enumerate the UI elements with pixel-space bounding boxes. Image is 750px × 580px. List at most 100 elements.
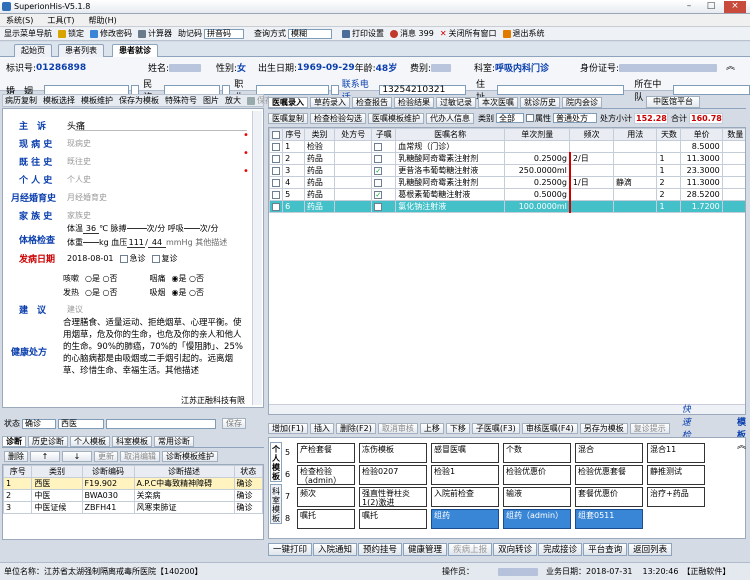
template-item[interactable]: 入院前检查 bbox=[431, 487, 499, 507]
fever-yes-radio[interactable]: ○ bbox=[85, 288, 92, 297]
bp-systolic-field[interactable]: 111 bbox=[127, 238, 146, 248]
sub-order-checkbox[interactable] bbox=[374, 190, 383, 199]
sore-throat-yes-radio[interactable]: ◉ bbox=[172, 274, 179, 283]
template-item[interactable]: 检验优惠价 bbox=[503, 465, 571, 485]
review-order-button[interactable]: 审核医嘱(F4) bbox=[521, 422, 578, 434]
exit-system-button[interactable]: 退出系统 bbox=[502, 28, 545, 39]
tab-diagnosis[interactable]: 诊断 bbox=[2, 436, 26, 447]
table-row[interactable]: 1 西医 F19.902 A.P.C中毒致精神障碍 确诊 bbox=[3, 477, 263, 490]
order-row-checkbox[interactable] bbox=[272, 202, 280, 211]
tab-lab-results[interactable]: 检验结果 bbox=[394, 96, 434, 108]
past-history-field[interactable]: 既往史 bbox=[67, 156, 91, 167]
temp-field[interactable]: 36 bbox=[83, 224, 99, 234]
menu-system[interactable]: 系统(S) bbox=[6, 15, 33, 26]
order-row-checkbox-cell[interactable] bbox=[269, 152, 284, 165]
sub-order-checkbox[interactable] bbox=[374, 154, 383, 163]
tab-allergy-record[interactable]: 过敏记录 bbox=[436, 96, 476, 108]
tab-consultation[interactable]: 院内会诊 bbox=[562, 96, 602, 108]
tab-history-diagnosis[interactable]: 历史诊断 bbox=[28, 436, 68, 447]
tab-current-orders[interactable]: 本次医嘱 bbox=[478, 96, 518, 108]
sub-order-checkbox[interactable] bbox=[374, 142, 383, 151]
menu-help[interactable]: 帮助(H) bbox=[88, 15, 116, 26]
tab-visit-history[interactable]: 就诊历史 bbox=[520, 96, 560, 108]
template-item[interactable]: 套餐优惠价 bbox=[575, 487, 643, 507]
menstrual-history-field[interactable]: 月经婚育史 bbox=[67, 192, 107, 203]
template-item[interactable]: 感冒医嘱 bbox=[431, 443, 499, 463]
template-item[interactable]: 检验1 bbox=[431, 465, 499, 485]
message-button[interactable]: 消息 399 bbox=[390, 28, 434, 39]
input-method-select[interactable]: 拼音码 bbox=[204, 28, 244, 39]
query-mode-select[interactable]: 模糊 bbox=[288, 28, 332, 39]
order-hscrollbar[interactable] bbox=[269, 404, 745, 414]
order-row-checkbox[interactable] bbox=[272, 166, 280, 175]
finish-visit-button[interactable]: 完成接诊 bbox=[538, 542, 583, 556]
save-as-order-template-button[interactable]: 另存为模板 bbox=[579, 422, 628, 434]
phone-field[interactable]: 13254210321 bbox=[379, 85, 467, 95]
present-illness-field[interactable]: 现病史 bbox=[67, 138, 91, 149]
type-filter-select[interactable]: 全部 bbox=[496, 113, 524, 123]
back-to-list-button[interactable]: 返回列表 bbox=[628, 542, 673, 556]
cancel-review-button[interactable]: 取消审核 bbox=[377, 422, 418, 434]
move-up-button[interactable]: 上移 bbox=[419, 422, 444, 434]
template-item[interactable]: 个数 bbox=[503, 443, 571, 463]
template-item[interactable]: 嘱托 bbox=[297, 509, 355, 529]
order-row-checkbox-cell[interactable] bbox=[269, 200, 284, 213]
platform-query-button[interactable]: 平台查询 bbox=[583, 542, 628, 556]
order-row[interactable]: 2 药品 乳糖酸阿奇霉素注射剂 0.2500g 2/日 1 11.3000 bbox=[269, 152, 745, 165]
order-select-all-checkbox[interactable] bbox=[272, 130, 281, 139]
tab-patient-visit[interactable]: 患者就诊 bbox=[112, 44, 158, 57]
order-row-checkbox[interactable] bbox=[272, 178, 280, 187]
tab-start-page[interactable]: 起始页 bbox=[14, 44, 52, 57]
template-item[interactable]: 治疗+药品 bbox=[647, 487, 705, 507]
insert-order-button[interactable]: 插入 bbox=[309, 422, 334, 434]
urgent-checkbox[interactable] bbox=[119, 254, 128, 263]
cough-no-radio[interactable]: ○ bbox=[103, 274, 110, 283]
onset-date-field[interactable]: 2018-08-01 bbox=[67, 254, 114, 263]
sub-order-checkbox[interactable] bbox=[374, 166, 383, 175]
special-symbol-button[interactable]: 特殊符号 bbox=[165, 95, 197, 106]
attr-select[interactable]: 普通处方 bbox=[553, 113, 597, 123]
image-button[interactable]: 图片 bbox=[203, 95, 219, 106]
status-select[interactable]: 确诊 bbox=[22, 418, 56, 429]
smoking-no-radio[interactable]: ○ bbox=[189, 288, 196, 297]
sub-order-checkbox[interactable] bbox=[374, 202, 383, 211]
minimize-button[interactable]: – bbox=[678, 1, 700, 13]
print-settings-button[interactable]: 打印设置 bbox=[342, 28, 384, 39]
advice-field[interactable]: 建议 bbox=[67, 304, 83, 315]
diag-move-up-button[interactable]: ↑ bbox=[30, 451, 60, 462]
bp-diastolic-field[interactable]: 44 bbox=[147, 238, 166, 248]
menu-tools[interactable]: 工具(T) bbox=[47, 15, 74, 26]
maximize-button[interactable]: □ bbox=[700, 1, 722, 13]
agent-info-button[interactable]: 代办人信息 bbox=[426, 112, 474, 124]
template-item[interactable]: 输液 bbox=[503, 487, 571, 507]
table-row[interactable]: 3 中医证候 ZBFH41 风寒束肺证 确诊 bbox=[3, 501, 263, 514]
show-menu-nav-button[interactable]: 显示菜单导航 bbox=[4, 28, 52, 39]
record-scrollbar[interactable] bbox=[252, 111, 262, 405]
template-select-button[interactable]: 模板选择 bbox=[43, 95, 75, 106]
template-item[interactable]: 组药（admin） bbox=[503, 509, 571, 529]
unit-field[interactable] bbox=[672, 85, 750, 95]
template-item[interactable]: 检查检验（admin） bbox=[297, 465, 355, 485]
diag-type-select[interactable]: 西医 bbox=[58, 418, 104, 429]
sub-order-button[interactable]: 子医嘱(F3) bbox=[471, 422, 520, 434]
one-click-print-button[interactable]: 一键打印 bbox=[268, 542, 313, 556]
add-order-button[interactable]: 增加(F1) bbox=[268, 422, 308, 434]
personal-history-field[interactable]: 个人史 bbox=[67, 174, 91, 185]
job-select[interactable] bbox=[255, 85, 329, 95]
table-row[interactable]: 2 中医 BWA030 关栾病 确诊 bbox=[3, 489, 263, 502]
tab-dept-template[interactable]: 科室模板 bbox=[112, 436, 152, 447]
template-item[interactable]: 频次 bbox=[297, 487, 355, 507]
move-down-button[interactable]: 下移 bbox=[445, 422, 470, 434]
health-prescription-text[interactable]: 合理膳食、适量运动、拒绝烟草、心理平衡。使用烟草，危及你的生命，也危及你的亲人和… bbox=[63, 317, 247, 377]
attr-checkbox[interactable] bbox=[526, 114, 534, 122]
tab-herbal-entry[interactable]: 草药录入 bbox=[310, 96, 350, 108]
tab-order-entry[interactable]: 医嘱录入 bbox=[268, 96, 308, 108]
diag-update-button[interactable]: 更新 bbox=[94, 451, 118, 462]
order-row-checkbox-cell[interactable] bbox=[269, 164, 284, 177]
address-field[interactable] bbox=[497, 85, 625, 95]
appointment-button[interactable]: 预约挂号 bbox=[358, 542, 403, 556]
collapse-icon[interactable]: ︽ bbox=[726, 59, 735, 72]
tab-common-diagnosis[interactable]: 常用诊断 bbox=[154, 436, 194, 447]
diag-search-field[interactable] bbox=[106, 418, 216, 429]
lock-button[interactable]: 锁定 bbox=[58, 28, 84, 39]
